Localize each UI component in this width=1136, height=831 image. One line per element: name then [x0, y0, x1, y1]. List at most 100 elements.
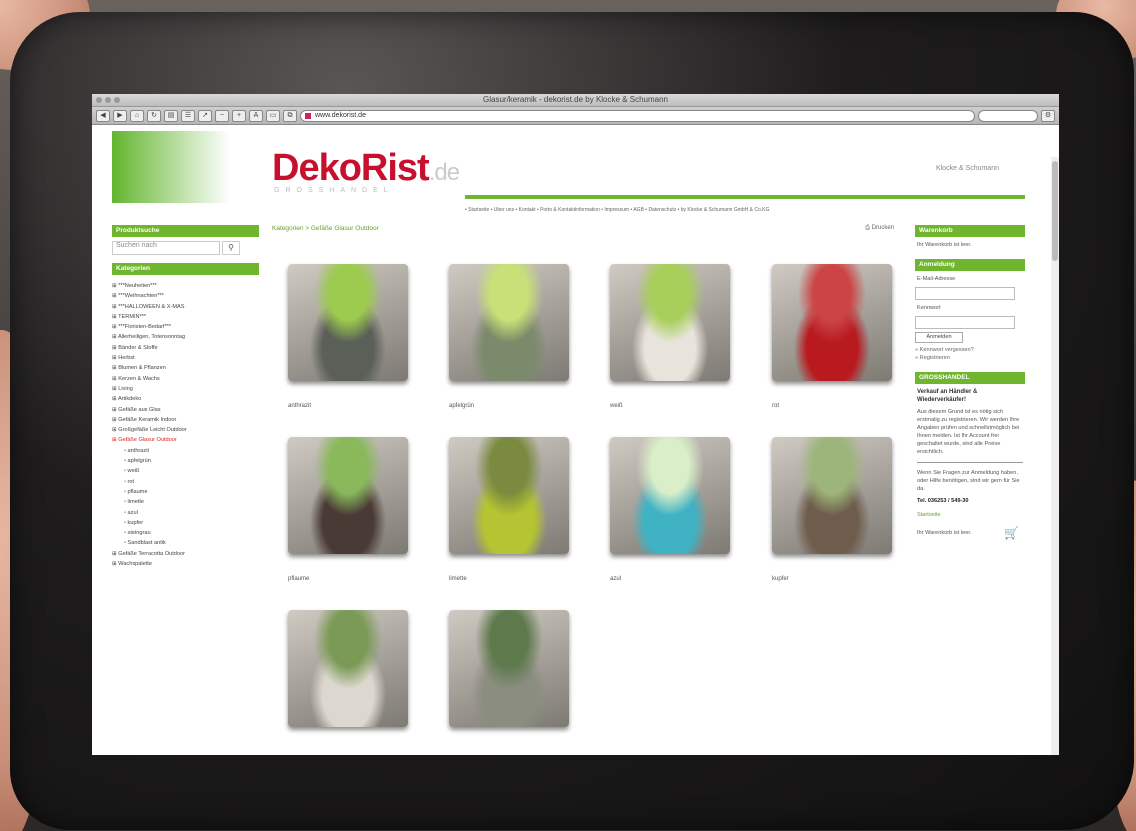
- product-tile[interactable]: weiß: [610, 264, 730, 409]
- browser-search-field[interactable]: [978, 109, 1038, 122]
- product-tile[interactable]: azul: [610, 437, 730, 582]
- password-field[interactable]: [915, 316, 1015, 329]
- category-item[interactable]: ⊞ Artikdeko: [112, 394, 259, 404]
- home-link[interactable]: Startseite: [917, 511, 1023, 519]
- register-link[interactable]: » Registrieren: [915, 354, 1025, 362]
- product-image[interactable]: [288, 437, 408, 554]
- subcategory-item[interactable]: ▫ rot: [112, 477, 259, 487]
- category-item[interactable]: ⊞ Allerheiligen, Totensonntag: [112, 332, 259, 342]
- forward-icon[interactable]: ▶: [113, 109, 127, 122]
- zoom-out-icon[interactable]: −: [215, 109, 229, 122]
- product-label[interactable]: rot: [772, 403, 892, 409]
- zoom-in-icon[interactable]: +: [232, 109, 246, 122]
- settings-icon[interactable]: ⚙: [1041, 109, 1055, 122]
- product-label[interactable]: anthrazit: [288, 403, 408, 409]
- product-tile[interactable]: kupfer: [772, 437, 892, 582]
- address-bar[interactable]: www.dekorist.de: [300, 109, 975, 122]
- category-label: Artikdeko: [117, 396, 142, 403]
- category-item[interactable]: ⊞ ***HALLOWEEN & X-MAS: [112, 302, 259, 312]
- product-image[interactable]: [449, 437, 569, 554]
- category-item[interactable]: ⊞ Wachspalette: [112, 559, 259, 569]
- reader-icon[interactable]: ▭: [266, 109, 280, 122]
- subcategory-item[interactable]: ▫ limette: [112, 497, 259, 507]
- photo-scene: Glasur/keramik - dekorist.de by Klocke &…: [0, 0, 1136, 831]
- category-item[interactable]: ⊞ ***Floristen-Bedarf***: [112, 322, 259, 332]
- product-label[interactable]: apfelgrün: [449, 403, 569, 409]
- tab-icon[interactable]: ⧉: [283, 109, 297, 122]
- category-item[interactable]: ⊞ Living: [112, 384, 259, 394]
- product-label[interactable]: limette: [449, 576, 569, 582]
- category-item[interactable]: ⊞ Bänder & Stoffe: [112, 343, 259, 353]
- category-label: Gefäße Terracotta Outdoor: [118, 550, 185, 557]
- reload-icon[interactable]: ↻: [147, 109, 161, 122]
- category-label: Gefäße Keramik Indoor: [118, 416, 177, 423]
- product-label[interactable]: weiß: [610, 403, 730, 409]
- product-tile[interactable]: apfelgrün: [449, 264, 569, 409]
- category-label: Gefäße Glasur Outdoor: [118, 437, 177, 444]
- category-item[interactable]: ⊞ Gefäße aus Glas: [112, 405, 259, 415]
- back-icon[interactable]: ◀: [96, 109, 110, 122]
- wholesale-heading: Verkauf an Händler & Wiederverkäufer!: [917, 389, 978, 403]
- category-label: Living: [118, 385, 133, 392]
- product-image[interactable]: [449, 610, 569, 727]
- category-item[interactable]: ⊞ Großgefäße Leicht Outdoor: [112, 425, 259, 435]
- category-item[interactable]: ⊞ Gefäße Keramik Indoor: [112, 415, 259, 425]
- subcategory-item[interactable]: ▫ pflaume: [112, 487, 259, 497]
- product-tile[interactable]: anthrazit: [288, 264, 408, 409]
- category-item[interactable]: ⊞ ***Neuheiten***: [112, 281, 259, 291]
- email-field[interactable]: [915, 287, 1015, 300]
- product-tile[interactable]: pflaume: [288, 437, 408, 582]
- product-tile[interactable]: rot: [772, 264, 892, 409]
- category-label: rot: [127, 478, 135, 485]
- print-link[interactable]: ⎙ Drucken: [865, 225, 894, 232]
- top-navigation[interactable]: • Startseite • Über uns • Kontakt • Port…: [465, 207, 1025, 213]
- product-image[interactable]: [610, 437, 730, 554]
- product-tile[interactable]: [288, 610, 408, 749]
- subcategory-item[interactable]: ▫ apfelgrün: [112, 456, 259, 466]
- category-item[interactable]: ⊞ ***Weihnachten***: [112, 291, 259, 301]
- scrollbar[interactable]: [1051, 157, 1059, 755]
- product-image[interactable]: [288, 610, 408, 727]
- product-tile[interactable]: limette: [449, 437, 569, 582]
- search-icon[interactable]: ⚲: [222, 241, 240, 255]
- forgot-password-link[interactable]: » Kennwort vergessen?: [915, 346, 1025, 354]
- home-icon[interactable]: ⌂: [130, 109, 144, 122]
- product-search-input[interactable]: Suchen nach: [112, 241, 220, 255]
- subcategory-item[interactable]: ▫ anthrazit: [112, 446, 259, 456]
- login-button[interactable]: Anmelden: [915, 332, 963, 343]
- bookmark-icon[interactable]: ☰: [181, 109, 195, 122]
- product-tile[interactable]: [449, 610, 569, 749]
- product-image[interactable]: [288, 264, 408, 381]
- share-icon[interactable]: ↗: [198, 109, 212, 122]
- subcategory-item[interactable]: ▫ steingrau: [112, 528, 259, 538]
- product-label[interactable]: pflaume: [288, 576, 408, 582]
- subcategory-item[interactable]: ▫ weiß: [112, 466, 259, 476]
- partner-logo[interactable]: Klocke & Schumann: [936, 165, 999, 172]
- mini-cart-status: Ihr Warenkorb ist leer.: [917, 530, 972, 536]
- subcategory-item[interactable]: ▫ kupfer: [112, 518, 259, 528]
- category-item[interactable]: ⊞ Herbst: [112, 353, 259, 363]
- product-image[interactable]: [772, 437, 892, 554]
- product-image[interactable]: [449, 264, 569, 381]
- category-item[interactable]: ⊞ Kerzen & Wachs: [112, 374, 259, 384]
- breadcrumb[interactable]: Kategorien > Gefäße Glasur Outdoor: [272, 225, 902, 232]
- subcategory-item[interactable]: ▫ azul: [112, 508, 259, 518]
- category-item[interactable]: ⊞ Blumen & Pflanzen: [112, 363, 259, 373]
- site-logo[interactable]: DekoRist.de: [272, 147, 460, 190]
- password-label: Kennwort: [917, 305, 941, 311]
- scrollbar-thumb[interactable]: [1052, 161, 1058, 261]
- subcategory-item[interactable]: ▫ Sandblast antik: [112, 538, 259, 548]
- category-item[interactable]: ⊞ Gefäße Terracotta Outdoor: [112, 549, 259, 559]
- product-label[interactable]: azul: [610, 576, 730, 582]
- phone-number: Tel. 036253 / 549-30: [917, 498, 969, 504]
- category-item[interactable]: ⊞ TERMIN***: [112, 312, 259, 322]
- text-size-icon[interactable]: A: [249, 109, 263, 122]
- product-label[interactable]: kupfer: [772, 576, 892, 582]
- category-label: Blumen & Pflanzen: [118, 365, 166, 372]
- print-icon[interactable]: ▤: [164, 109, 178, 122]
- product-image[interactable]: [610, 264, 730, 381]
- product-image[interactable]: [772, 264, 892, 381]
- cart-icon[interactable]: 🛒: [1004, 526, 1019, 540]
- cart-mini: Ihr Warenkorb ist leer. 🛒: [915, 525, 1025, 541]
- category-item[interactable]: ⊞ Gefäße Glasur Outdoor: [112, 435, 259, 445]
